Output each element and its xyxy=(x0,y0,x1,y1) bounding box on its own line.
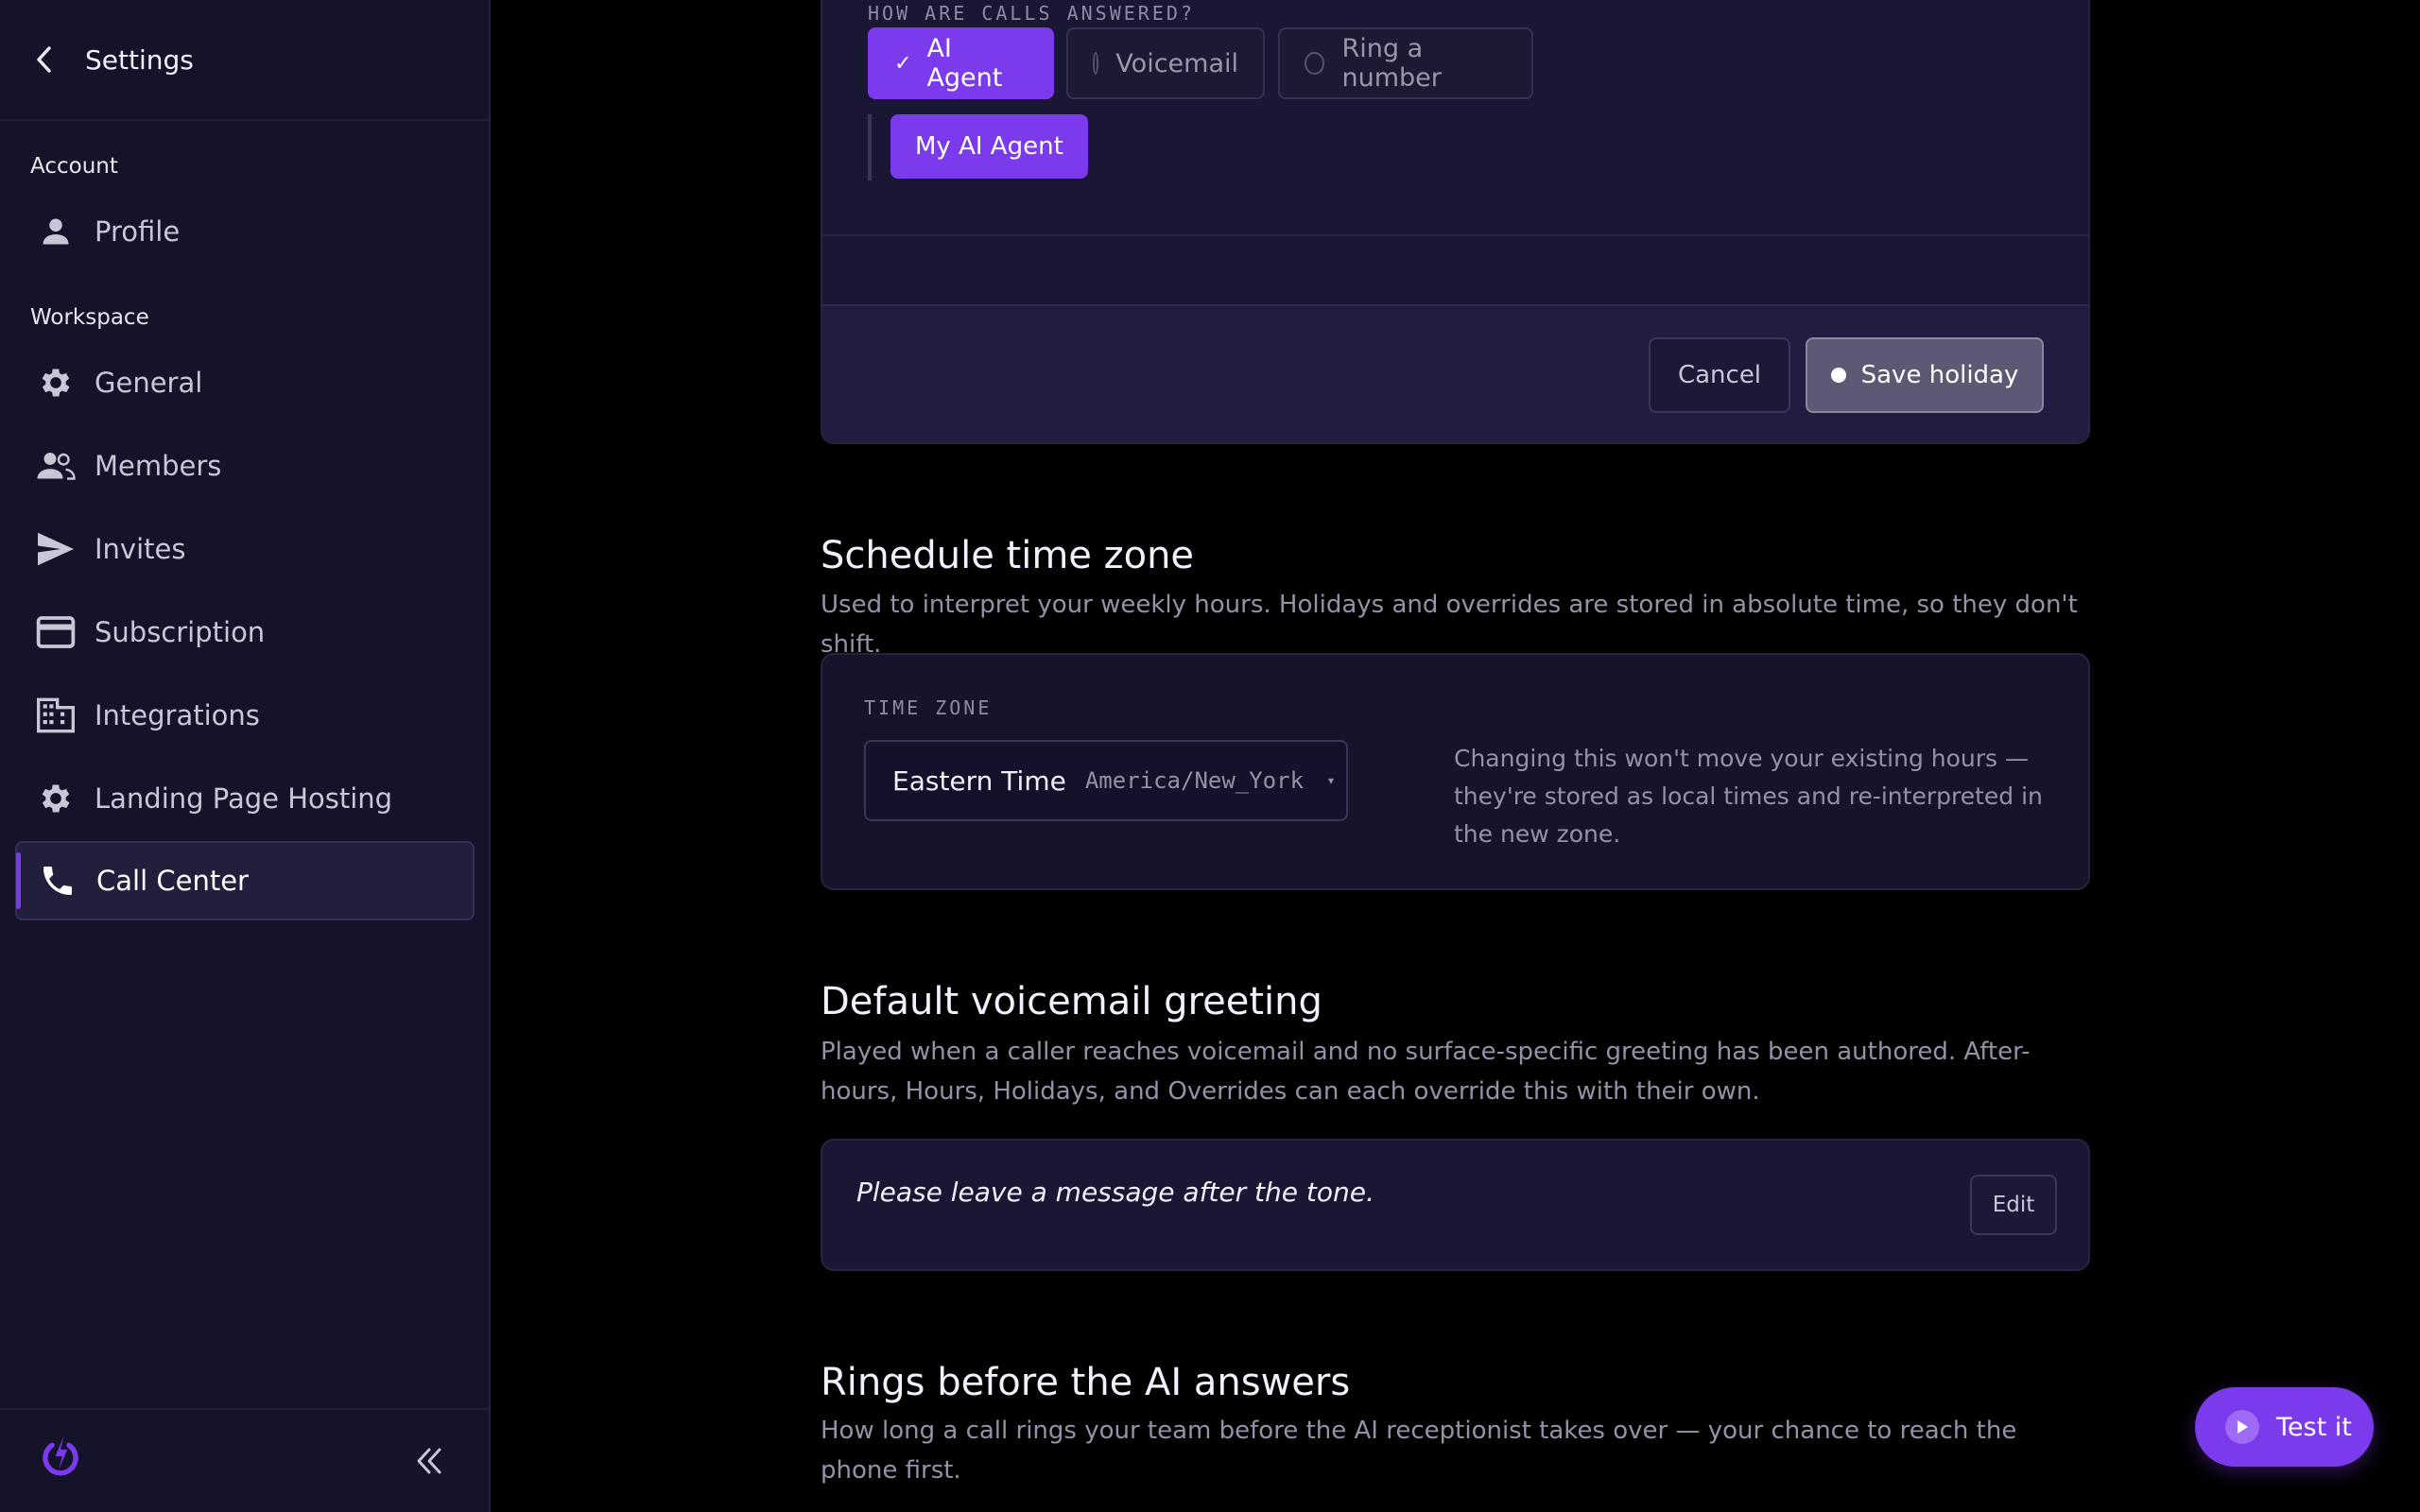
voicemail-section-title: Default voicemail greeting xyxy=(821,980,1322,1023)
sidebar-item-members[interactable]: Members xyxy=(15,426,475,506)
sidebar-title: Settings xyxy=(85,43,194,76)
sidebar-item-profile[interactable]: Profile xyxy=(15,192,475,271)
check-icon: ✓ xyxy=(894,51,912,76)
sidebar-item-label: Integrations xyxy=(95,699,260,731)
rings-section-title: Rings before the AI answers xyxy=(821,1361,1351,1404)
option-ai-agent[interactable]: ✓ AI Agent xyxy=(868,27,1054,99)
timezone-section-title: Schedule time zone xyxy=(821,534,1195,577)
radio-icon xyxy=(1305,52,1325,75)
people-icon xyxy=(36,446,76,486)
sidebar-item-landing-page-hosting[interactable]: Landing Page Hosting xyxy=(15,759,475,838)
timezone-card: TIME ZONE Eastern Time America/New_York … xyxy=(821,653,2090,890)
loading-dot-icon xyxy=(1830,368,1846,383)
time-zone-select[interactable]: Eastern Time America/New_York ▾ xyxy=(864,740,1348,821)
sidebar-item-integrations[interactable]: Integrations xyxy=(15,676,475,755)
dropdown-caret-icon: ▾ xyxy=(1328,774,1335,787)
sidebar-item-invites[interactable]: Invites xyxy=(15,509,475,589)
credit-card-icon xyxy=(36,612,76,652)
voicemail-section-description: Played when a caller reaches voicemail a… xyxy=(821,1038,2031,1106)
sidebar-item-subscription[interactable]: Subscription xyxy=(15,593,475,672)
person-icon xyxy=(36,212,76,251)
cancel-label: Cancel xyxy=(1677,361,1762,389)
save-label: Save holiday xyxy=(1860,361,2019,389)
power-logo-icon[interactable] xyxy=(40,1433,81,1480)
send-icon xyxy=(36,529,76,569)
agent-indent-bar xyxy=(868,114,872,180)
agent-select-label: My AI Agent xyxy=(915,132,1063,161)
test-it-label: Test it xyxy=(2276,1412,2352,1442)
phone-icon xyxy=(38,861,78,901)
gear-icon xyxy=(36,363,76,403)
sidebar-item-label: Landing Page Hosting xyxy=(95,782,393,815)
option-label: Voicemail xyxy=(1115,48,1238,78)
sidebar-item-label: Members xyxy=(95,450,222,482)
option-ring-a-number[interactable]: Ring a number xyxy=(1278,27,1533,99)
card-divider xyxy=(822,234,2088,236)
time-zone-label: TIME ZONE xyxy=(864,696,993,719)
time-zone-name: Eastern Time xyxy=(892,765,1066,797)
gear-icon xyxy=(36,779,76,818)
option-label: AI Agent xyxy=(926,34,1003,93)
sidebar-item-label: Profile xyxy=(95,215,181,248)
option-label: Ring a number xyxy=(1341,34,1442,93)
calls-answered-label: HOW ARE CALLS ANSWERED? xyxy=(868,2,1195,25)
settings-sidebar: Settings Account Profile Workspace Gener… xyxy=(0,0,491,1512)
section-label-workspace: Workspace xyxy=(30,305,149,330)
sidebar-item-label: General xyxy=(95,367,203,399)
voicemail-greeting-card: Please leave a message after the tone. E… xyxy=(821,1139,2090,1271)
sidebar-footer xyxy=(0,1408,489,1512)
building-icon xyxy=(36,696,76,735)
sidebar-item-general[interactable]: General xyxy=(15,343,475,422)
sidebar-header: Settings xyxy=(0,0,489,121)
sidebar-item-call-center[interactable]: Call Center xyxy=(15,841,475,920)
sidebar-item-label: Subscription xyxy=(95,616,266,648)
collapse-sidebar-icon[interactable] xyxy=(414,1446,444,1476)
radio-icon xyxy=(1093,52,1099,75)
time-zone-note: Changing this won't move your existing h… xyxy=(1454,745,2043,848)
card-footer: Cancel Save holiday xyxy=(822,304,2088,442)
edit-greeting-button[interactable]: Edit xyxy=(1970,1175,2057,1235)
sidebar-item-label: Invites xyxy=(95,533,186,565)
voicemail-greeting-text: Please leave a message after the tone. xyxy=(856,1177,1374,1208)
sidebar-item-label: Call Center xyxy=(96,865,249,897)
save-holiday-button[interactable]: Save holiday xyxy=(1806,337,2044,413)
play-icon xyxy=(2225,1410,2259,1444)
section-label-account: Account xyxy=(30,154,118,179)
holiday-editor-card: HOW ARE CALLS ANSWERED? ✓ AI Agent Voice… xyxy=(821,0,2090,444)
test-it-button[interactable]: Test it xyxy=(2195,1387,2374,1467)
option-voicemail[interactable]: Voicemail xyxy=(1066,27,1265,99)
edit-label: Edit xyxy=(1992,1193,2035,1217)
time-zone-id: America/New_York xyxy=(1084,767,1305,794)
back-chevron-icon[interactable] xyxy=(34,45,62,74)
rings-section-description: How long a call rings your team before t… xyxy=(821,1417,2017,1485)
cancel-button[interactable]: Cancel xyxy=(1649,337,1790,413)
agent-select-button[interactable]: My AI Agent xyxy=(890,114,1088,179)
